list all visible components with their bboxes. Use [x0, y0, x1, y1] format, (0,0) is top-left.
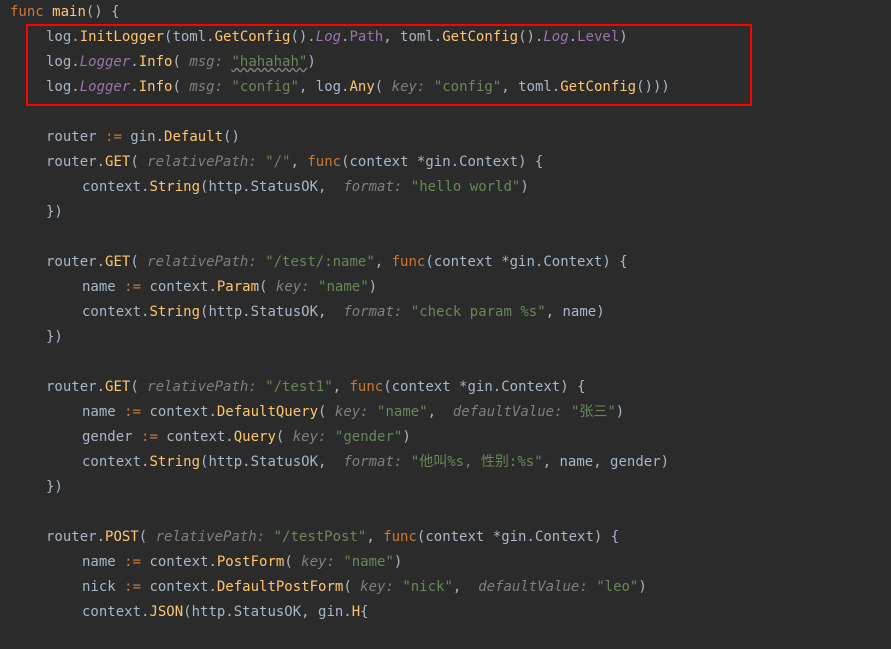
code-line: router.POST( relativePath: "/testPost", …: [10, 525, 881, 550]
code-line: name := context.PostForm( key: "name"): [10, 550, 881, 575]
code-line: context.String(http.StatusOK, format: "c…: [10, 300, 881, 325]
code-line: name := context.Param( key: "name"): [10, 275, 881, 300]
code-line: router.GET( relativePath: "/test1", func…: [10, 375, 881, 400]
code-line: nick := context.DefaultPostForm( key: "n…: [10, 575, 881, 600]
code-line-blank: [10, 100, 881, 125]
code-line-blank: [10, 350, 881, 375]
code-line: context.String(http.StatusOK, format: "h…: [10, 175, 881, 200]
code-line: log.InitLogger(toml.GetConfig().Log.Path…: [10, 25, 881, 50]
code-line: router.GET( relativePath: "/test/:name",…: [10, 250, 881, 275]
code-line-blank: [10, 225, 881, 250]
code-line: }): [10, 200, 881, 225]
code-line: router := gin.Default(): [10, 125, 881, 150]
code-line: func main() {: [10, 0, 881, 25]
code-line: router.GET( relativePath: "/", func(cont…: [10, 150, 881, 175]
code-line: log.Logger.Info( msg: "hahahah"): [10, 50, 881, 75]
code-line: }): [10, 325, 881, 350]
code-line: log.Logger.Info( msg: "config", log.Any(…: [10, 75, 881, 100]
code-editor[interactable]: func main() { log.InitLogger(toml.GetCon…: [0, 0, 891, 635]
code-line: context.JSON(http.StatusOK, gin.H{: [10, 600, 881, 625]
code-line: }): [10, 475, 881, 500]
code-line: name := context.DefaultQuery( key: "name…: [10, 400, 881, 425]
code-line-blank: [10, 500, 881, 525]
code-line: gender := context.Query( key: "gender"): [10, 425, 881, 450]
code-line: context.String(http.StatusOK, format: "他…: [10, 450, 881, 475]
